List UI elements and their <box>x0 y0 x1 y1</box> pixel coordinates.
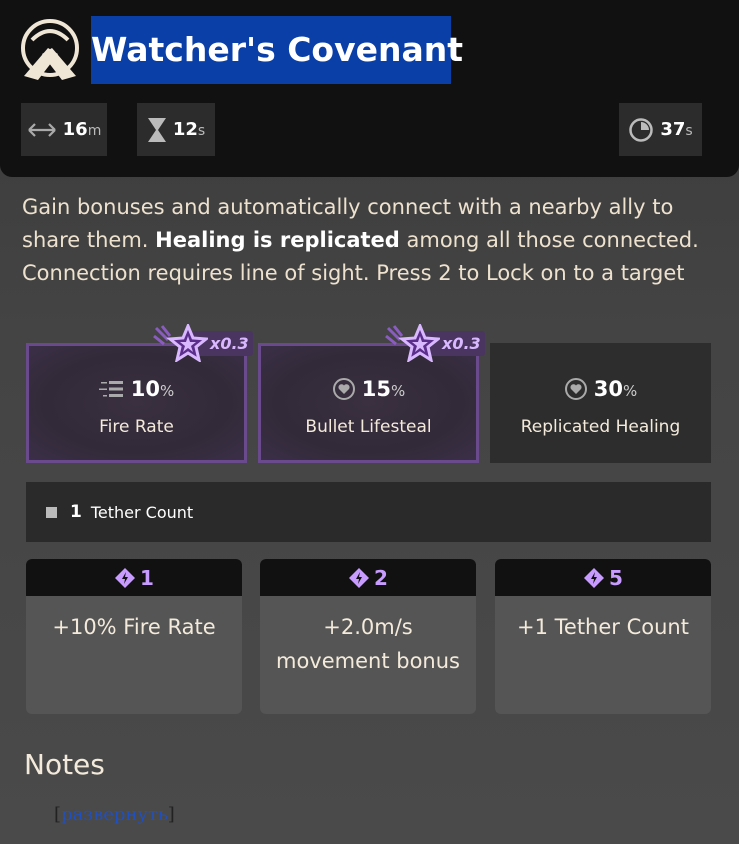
replicated-healing-card: 30% Replicated Healing <box>490 343 711 463</box>
ability-point-icon <box>349 567 370 588</box>
replicated-healing-value: 30 <box>593 377 623 401</box>
ability-description: Gain bonuses and automatically connect w… <box>22 191 722 290</box>
bullet-lifesteal-unit: % <box>390 382 406 400</box>
fire-rate-icon <box>98 381 123 397</box>
ability-title: Watcher's Covenant <box>91 16 463 84</box>
ability-point-icon <box>584 567 605 588</box>
tier-text-line-1: +2.0m/s <box>323 615 413 639</box>
bullet-lifesteal-card: 15% Bullet Lifesteal <box>258 343 479 463</box>
cooldown-stat: 37s <box>619 103 702 156</box>
upgrade-tier-3[interactable]: 5 +1 Tether Count <box>495 559 711 714</box>
tier-points: 2 <box>374 565 388 590</box>
heart-icon <box>332 378 355 400</box>
tier-header: 5 <box>495 559 711 596</box>
expand-link[interactable]: развернуть <box>61 804 168 825</box>
notes-heading: Notes <box>24 748 105 781</box>
range-stat: 16m <box>21 103 107 156</box>
replicated-healing-unit: % <box>622 382 638 400</box>
duration-unit: s <box>197 123 206 139</box>
star-upgrade-icon <box>153 324 208 362</box>
tier-points: 1 <box>140 565 154 590</box>
upgrade-tier-2[interactable]: 2 +2.0m/s movement bonus <box>260 559 476 714</box>
tier-text-line-2: movement bonus <box>276 649 460 673</box>
square-bullet-icon <box>46 506 57 518</box>
fire-rate-unit: % <box>159 382 175 400</box>
heart-icon <box>564 378 587 400</box>
notes-expand: [развернуть] <box>54 804 175 825</box>
ability-point-icon <box>115 567 136 588</box>
bullet-lifesteal-multiplier-badge: x0.3 <box>384 324 485 362</box>
tether-count-label: Tether Count <box>90 502 194 522</box>
tier-points: 5 <box>609 565 623 590</box>
replicated-healing-label: Replicated Healing <box>520 417 681 437</box>
duration-value: 12 <box>172 119 198 140</box>
bracket-close: ] <box>167 804 175 825</box>
tether-count-row: 1 Tether Count <box>26 482 711 542</box>
bullet-lifesteal-value: 15 <box>361 377 391 401</box>
fire-rate-card: 10% Fire Rate <box>26 343 247 463</box>
tier-text-line-1: +1 Tether Count <box>517 615 689 639</box>
range-arrows-icon <box>27 122 56 137</box>
fire-rate-value: 10 <box>130 377 160 401</box>
tether-count-value: 1 <box>70 502 82 522</box>
fire-rate-label: Fire Rate <box>99 417 174 437</box>
upgrade-tier-1[interactable]: 1 +10% Fire Rate <box>26 559 242 714</box>
ability-header: Watcher's Covenant 16m 12s 37s <box>0 0 739 177</box>
bracket-open: [ <box>54 804 62 825</box>
tier-header: 1 <box>26 559 242 596</box>
tether-hands-icon <box>18 18 82 82</box>
tier-text-line-1: +10% Fire Rate <box>52 615 216 639</box>
cooldown-clock-icon <box>629 117 654 142</box>
duration-stat: 12s <box>137 103 215 156</box>
bullet-lifesteal-label: Bullet Lifesteal <box>305 417 432 437</box>
description-bold: Healing is replicated <box>155 228 400 252</box>
range-unit: m <box>87 123 102 139</box>
cooldown-unit: s <box>685 123 693 139</box>
hourglass-icon <box>147 117 166 142</box>
star-upgrade-icon <box>385 324 440 362</box>
tier-header: 2 <box>260 559 476 596</box>
cooldown-value: 37 <box>660 119 686 140</box>
fire-rate-multiplier-badge: x0.3 <box>152 324 253 362</box>
range-value: 16 <box>62 119 88 140</box>
